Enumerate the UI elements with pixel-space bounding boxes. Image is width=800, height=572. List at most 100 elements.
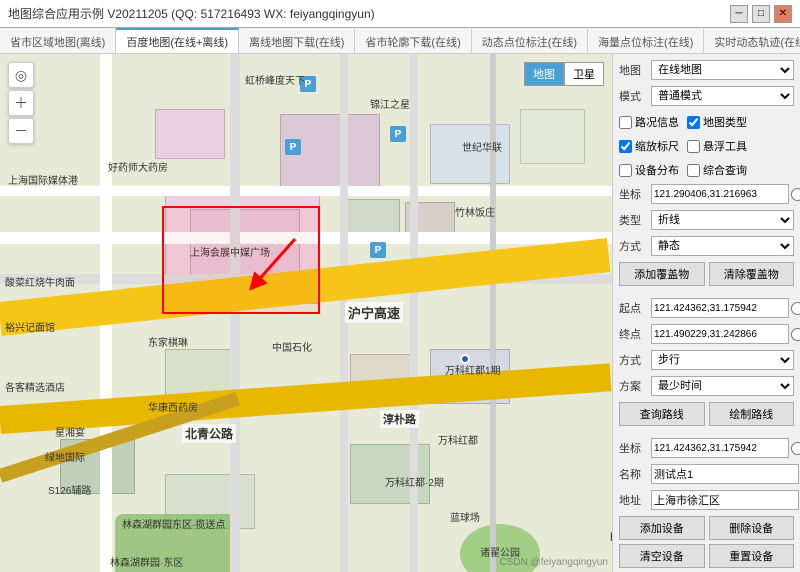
query-route-button[interactable]: 查询路线	[619, 402, 705, 426]
parking-marker-4: P	[370, 242, 386, 258]
marker-coord-row: 坐标	[619, 438, 794, 458]
route-algo-label: 方案	[619, 378, 647, 394]
checkbox-device-input[interactable]	[619, 164, 632, 177]
parking-marker-1: P	[300, 76, 316, 92]
map-select[interactable]: 在线地图	[651, 60, 794, 80]
address-row: 地址	[619, 490, 794, 510]
method-select[interactable]: 静态	[651, 236, 794, 256]
blue-point-marker	[460, 354, 470, 364]
end-radio[interactable]	[791, 328, 800, 341]
building-3	[430, 124, 510, 184]
road-label-chunpu: 淳朴路	[380, 410, 419, 428]
tab-realtime-track[interactable]: 实时动态轨迹(在线)	[704, 28, 800, 53]
checkbox-road-label: 路况信息	[635, 114, 679, 130]
coord-label: 坐标	[619, 186, 647, 202]
park-area-2	[115, 514, 235, 572]
checkbox-scale-input[interactable]	[619, 140, 632, 153]
building-10	[350, 444, 430, 504]
satellite-button[interactable]: 卫星	[564, 62, 604, 86]
tab-province-download[interactable]: 省市轮廓下载(在线)	[355, 28, 471, 53]
end-input-area	[651, 324, 800, 344]
highway-label-huren: 沪宁高速	[345, 302, 403, 323]
maximize-button[interactable]: □	[752, 5, 770, 23]
route-method-row: 方式 步行	[619, 350, 794, 370]
method-label: 方式	[619, 238, 647, 254]
mode-select[interactable]: 普通模式	[651, 86, 794, 106]
building-4	[520, 109, 585, 164]
checkbox-road-input[interactable]	[619, 116, 632, 129]
mode-label: 模式	[619, 88, 647, 104]
marker-coord-radio[interactable]	[791, 442, 800, 455]
checkbox-scale: 缩放标尺	[619, 138, 679, 154]
parking-marker-3: P	[285, 139, 301, 155]
route-method-select[interactable]: 步行	[651, 350, 794, 370]
checkbox-float: 悬浮工具	[687, 138, 747, 154]
checkbox-query: 综合查询	[687, 162, 747, 178]
marker-coord-label: 坐标	[619, 440, 647, 456]
checkbox-row-3: 设备分布 综合查询	[619, 162, 794, 178]
tab-offline-map[interactable]: 省市区域地图(离线)	[0, 28, 116, 53]
route-algo-select[interactable]: 最少时间	[651, 376, 794, 396]
name-input[interactable]	[651, 464, 799, 484]
road-v4	[410, 54, 418, 572]
tab-mass-marker[interactable]: 海量点位标注(在线)	[588, 28, 704, 53]
checkbox-query-label: 综合查询	[703, 162, 747, 178]
address-input[interactable]	[651, 490, 799, 510]
coord-radio[interactable]	[791, 188, 800, 201]
name-row: 名称	[619, 464, 794, 484]
map-area[interactable]: P P P P 虹桥峰度天下 锦江之星 世纪华联 好药师大药房 上海国际媒体港 …	[0, 54, 612, 572]
tab-baidu-map[interactable]: 百度地图(在线+离线)	[116, 28, 239, 53]
type-select[interactable]: 折线	[651, 210, 794, 230]
start-label: 起点	[619, 300, 647, 316]
parking-marker-2: P	[390, 126, 406, 142]
checkbox-query-input[interactable]	[687, 164, 700, 177]
clear-device-button[interactable]: 清空设备	[619, 544, 705, 568]
zoom-out-button[interactable]: －	[8, 118, 34, 144]
route-method-label: 方式	[619, 352, 647, 368]
marker-coord-input[interactable]	[651, 438, 789, 458]
delete-device-button[interactable]: 删除设备	[709, 516, 795, 540]
add-device-button[interactable]: 添加设备	[619, 516, 705, 540]
draw-route-button[interactable]: 绘制路线	[709, 402, 795, 426]
start-radio[interactable]	[791, 302, 800, 315]
road-v5	[490, 54, 496, 572]
method-row: 方式 静态	[619, 236, 794, 256]
close-button[interactable]: ✕	[774, 5, 792, 23]
window-controls: ─ □ ✕	[730, 5, 792, 23]
device-btn-row-2: 清空设备 重置设备	[619, 544, 794, 568]
checkbox-float-label: 悬浮工具	[703, 138, 747, 154]
compass-button[interactable]: ◎	[8, 62, 34, 88]
coord-input[interactable]	[651, 184, 789, 204]
end-row: 终点	[619, 324, 794, 344]
minimize-button[interactable]: ─	[730, 5, 748, 23]
map-controls: ◎ ＋ －	[8, 62, 34, 144]
type-row: 类型 折线	[619, 210, 794, 230]
map-button[interactable]: 地图	[524, 62, 564, 86]
checkbox-float-input[interactable]	[687, 140, 700, 153]
zoom-in-button[interactable]: ＋	[8, 90, 34, 116]
coord-row: 坐标	[619, 184, 794, 204]
checkbox-maptype-label: 地图类型	[703, 114, 747, 130]
reset-device-button[interactable]: 重置设备	[709, 544, 795, 568]
road-label-beiqing: 北青公路	[182, 424, 236, 443]
type-label: 类型	[619, 212, 647, 228]
tab-download-map[interactable]: 离线地图下载(在线)	[239, 28, 355, 53]
checkbox-maptype: 地图类型	[687, 114, 747, 130]
checkbox-maptype-input[interactable]	[687, 116, 700, 129]
clear-cover-button[interactable]: 清除覆盖物	[709, 262, 795, 286]
start-input-area	[651, 298, 800, 318]
checkbox-scale-label: 缩放标尺	[635, 138, 679, 154]
tab-dynamic-marker[interactable]: 动态点位标注(在线)	[472, 28, 588, 53]
window-title: 地图综合应用示例 V20211205 (QQ: 517216493 WX: fe…	[8, 5, 375, 22]
add-cover-button[interactable]: 添加覆盖物	[619, 262, 705, 286]
checkbox-row-2: 缩放标尺 悬浮工具	[619, 138, 794, 154]
end-input[interactable]	[651, 324, 789, 344]
road-h2	[0, 186, 612, 196]
device-btn-row-1: 添加设备 删除设备	[619, 516, 794, 540]
address-label: 地址	[619, 492, 647, 508]
start-row: 起点	[619, 298, 794, 318]
tab-bar: 省市区域地图(离线) 百度地图(在线+离线) 离线地图下载(在线) 省市轮廓下载…	[0, 28, 800, 54]
route-btn-row: 查询路线 绘制路线	[619, 402, 794, 426]
red-arrow	[225, 229, 305, 309]
start-input[interactable]	[651, 298, 789, 318]
